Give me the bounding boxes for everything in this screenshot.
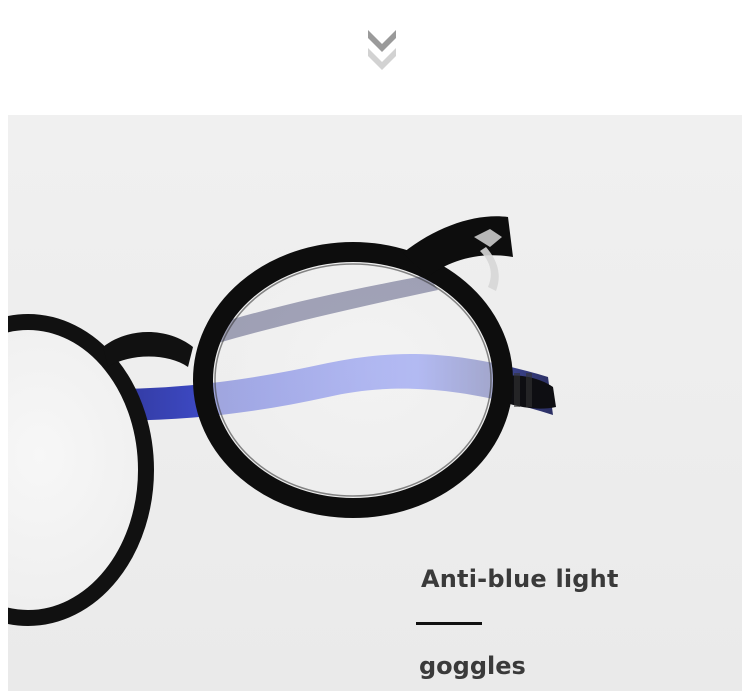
eyeglasses-illustration <box>8 216 556 626</box>
caption-subtitle: goggles <box>419 652 526 680</box>
double-chevron-down-icon <box>368 30 396 70</box>
caption-divider <box>416 622 482 625</box>
top-band <box>0 0 750 115</box>
product-photo-eyeglasses <box>8 115 742 691</box>
caption-title: Anti-blue light <box>421 565 619 593</box>
